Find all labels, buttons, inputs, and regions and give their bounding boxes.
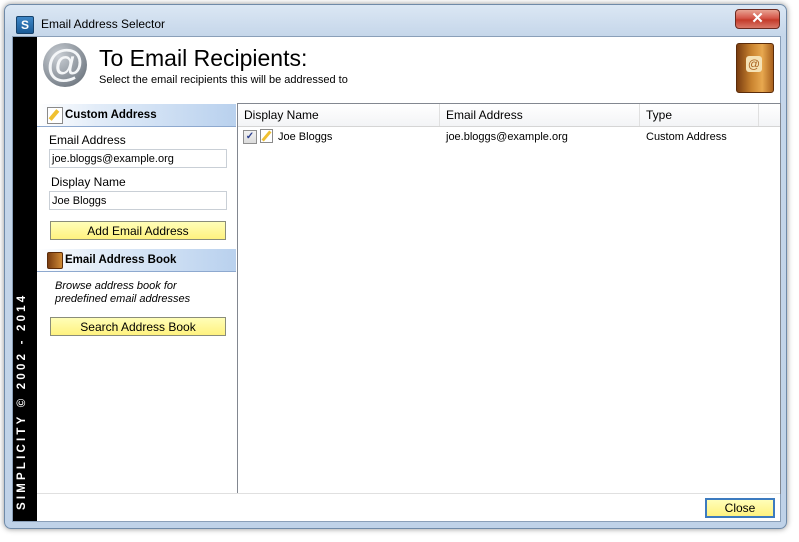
display-name-label: Display Name <box>51 175 126 189</box>
client-area: SIMPLICITY © 2002 - 2014 @ To Email Reci… <box>12 36 781 522</box>
address-book-small-icon <box>47 252 63 269</box>
search-address-book-button[interactable]: Search Address Book <box>50 317 226 336</box>
address-book-note-line1: Browse address book for <box>55 280 177 292</box>
window-title: Email Address Selector <box>41 17 166 31</box>
column-header-type[interactable]: Type <box>640 104 759 126</box>
window-close-button[interactable]: ✕ <box>735 9 780 29</box>
header: @ To Email Recipients: Select the email … <box>37 37 780 99</box>
email-address-selector-window: S Email Address Selector ✕ SIMPLICITY © … <box>4 4 787 529</box>
footer-divider <box>37 493 780 494</box>
address-book-note: Browse address book for predefined email… <box>55 280 190 306</box>
address-book-section-header[interactable]: Email Address Book <box>37 249 236 272</box>
close-button[interactable]: Close <box>705 498 775 518</box>
row-checkbox[interactable]: ✓ <box>243 130 257 144</box>
custom-address-section-label: Custom Address <box>65 109 157 121</box>
custom-address-section-header[interactable]: Custom Address <box>37 104 236 127</box>
table-row[interactable]: ✓ Joe Bloggs joe.bloggs@example.org Cust… <box>238 127 780 147</box>
cell-type: Custom Address <box>646 131 727 143</box>
email-address-label: Email Address <box>49 133 126 147</box>
left-panel: Custom Address Email Address joe.bloggs@… <box>37 99 236 521</box>
column-header-email-address[interactable]: Email Address <box>440 104 640 126</box>
grid-header: Display Name Email Address Type <box>238 104 780 127</box>
app-icon: S <box>16 16 34 34</box>
at-sign-icon: @ <box>43 43 87 87</box>
cell-email-address: joe.bloggs@example.org <box>446 131 568 143</box>
cell-display-name: Joe Bloggs <box>278 131 333 143</box>
column-header-display-name[interactable]: Display Name <box>238 104 440 126</box>
add-email-address-button[interactable]: Add Email Address <box>50 221 226 240</box>
address-book-icon <box>736 43 774 93</box>
brand-strip: SIMPLICITY © 2002 - 2014 <box>13 37 37 521</box>
address-book-section-label: Email Address Book <box>65 254 177 266</box>
page-subtitle: Select the email recipients this will be… <box>99 74 348 86</box>
recipients-grid[interactable]: Display Name Email Address Type ✓ Joe Bl… <box>237 103 781 494</box>
address-book-note-line2: predefined email addresses <box>55 293 191 305</box>
page-title: To Email Recipients: <box>99 45 308 71</box>
brand-vertical-text: SIMPLICITY © 2002 - 2014 <box>16 292 28 510</box>
pencil-note-icon <box>47 107 63 124</box>
email-address-input[interactable]: joe.bloggs@example.org <box>49 149 227 168</box>
display-name-input[interactable]: Joe Bloggs <box>49 191 227 210</box>
